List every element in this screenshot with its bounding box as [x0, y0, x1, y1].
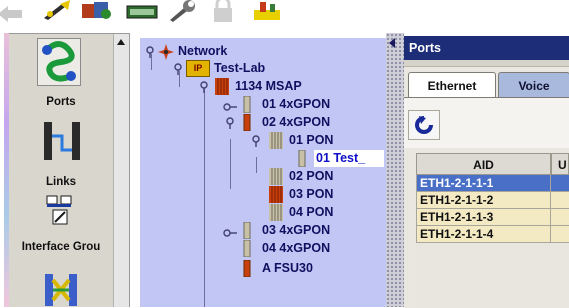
tree-node-01-4xgpon[interactable]: 01 4xGPON: [140, 95, 386, 116]
wrench-icon[interactable]: [164, 0, 200, 22]
sidebar-scrollbar[interactable]: [113, 34, 129, 307]
tree-node-label: A FSU30: [262, 261, 313, 275]
sidebar-item-ports[interactable]: Ports: [9, 34, 113, 114]
table-cell-aid: ETH1-2-1-1-2: [416, 192, 551, 209]
tree-node-network[interactable]: Network: [140, 43, 386, 60]
expanded-icon[interactable]: [173, 63, 183, 78]
collapse-left-icon[interactable]: [388, 38, 396, 48]
tree-node-04-4xgpon[interactable]: 04 4xGPON: [140, 239, 386, 260]
tree-node-02-pon[interactable]: 02 PON: [140, 168, 386, 185]
tree-node-a-fsu30[interactable]: A FSU30: [140, 259, 386, 280]
tree-node-label: 03 4xGPON: [262, 223, 331, 237]
tree-frame: [133, 33, 140, 307]
cross-connect-icon: [45, 274, 77, 306]
ont-icon: [298, 149, 306, 170]
sidebar-item-label: Interface Grou: [21, 241, 101, 253]
table-cell-u: [551, 226, 569, 243]
tree-node-04-pon[interactable]: 04 PON: [140, 204, 386, 221]
card-slot-icon: [243, 221, 251, 242]
column-header-aid[interactable]: AID: [416, 153, 551, 175]
toolbar: [0, 0, 569, 28]
tree-node-02-4xgpon[interactable]: 02 4xGPON: [140, 113, 386, 134]
expanded-icon[interactable]: [199, 81, 209, 96]
column-header-u[interactable]: U: [551, 153, 569, 175]
ip-site-icon: IP: [186, 60, 210, 77]
tree-node-label: 02 4xGPON: [262, 115, 331, 129]
panel-title: Ports: [404, 36, 569, 60]
rack-icon[interactable]: [248, 0, 284, 22]
wand-icon[interactable]: [40, 0, 76, 22]
tree-node-test-lab[interactable]: IP Test-Lab: [140, 60, 386, 77]
sidebar-item-label: Ports: [46, 96, 76, 108]
table-cell-aid: ETH1-2-1-1-3: [416, 209, 551, 226]
pane-splitter[interactable]: [386, 33, 404, 307]
pon-port-icon: [268, 132, 284, 152]
collapsed-icon[interactable]: [223, 100, 237, 114]
tab-voice[interactable]: Voice: [498, 72, 569, 98]
sidebar-item-links[interactable]: Links: [9, 116, 113, 188]
card-slot-icon: [243, 259, 251, 280]
tree-node-label: Test-Lab: [214, 61, 266, 75]
tree-node-label: 01 4xGPON: [262, 97, 331, 111]
table-cell-aid: ETH1-2-1-1-4: [416, 226, 551, 243]
expanded-icon[interactable]: [145, 46, 155, 58]
card-slot-icon: [243, 95, 251, 116]
table-row[interactable]: ETH1-2-1-1-3: [416, 209, 569, 226]
scroll-up-icon[interactable]: [116, 38, 126, 46]
tree-node-label: 02 PON: [289, 169, 334, 183]
expanded-icon[interactable]: [225, 117, 235, 132]
pon-port-icon: [268, 204, 284, 224]
tab-ethernet[interactable]: Ethernet: [408, 72, 496, 98]
ports-icon: [42, 41, 76, 82]
table-row[interactable]: ETH1-2-1-1-1: [416, 175, 569, 192]
table-cell-u: [551, 175, 569, 192]
tree-node-03-pon[interactable]: 03 PON: [140, 186, 386, 203]
sidebar-item-interface-group[interactable]: Interface Grou: [9, 190, 113, 256]
collapsed-icon[interactable]: [223, 226, 237, 240]
pon-port-icon: [268, 168, 284, 188]
tree-node-01-pon[interactable]: 01 PON: [140, 132, 386, 149]
table-cell-u: [551, 209, 569, 226]
table-row[interactable]: ETH1-2-1-1-4: [416, 226, 569, 243]
tree-node-03-4xgpon[interactable]: 03 4xGPON: [140, 221, 386, 242]
tree-node-01-test[interactable]: 01 Test_: [140, 149, 386, 170]
back-arrow-icon[interactable]: [0, 0, 30, 22]
mixed-tools-icon[interactable]: [80, 0, 116, 22]
tree-node-1134-msap[interactable]: 1134 MSAP: [140, 78, 386, 95]
pon-port-icon: [268, 186, 284, 206]
tree-node-label: 1134 MSAP: [235, 79, 302, 93]
card-slot-icon: [243, 239, 251, 260]
expanded-icon[interactable]: [251, 135, 261, 150]
sidebar: Ports Links Interface Grou: [9, 34, 113, 307]
sidebar-item-label: Links: [45, 176, 77, 188]
tree-node-label: 01 Test_: [314, 150, 384, 167]
network-tree: Network IP Test-Lab 1134 MSAP 01 4xGPON …: [140, 38, 386, 307]
tree-node-label: Network: [178, 44, 228, 58]
refresh-button[interactable]: [408, 110, 440, 140]
tree-node-label: 04 PON: [289, 205, 334, 219]
table-cell-aid: ETH1-2-1-1-1: [416, 175, 551, 192]
links-icon: [44, 122, 80, 160]
interface-group-icon: [46, 195, 72, 225]
card-slot-icon: [243, 113, 251, 134]
refresh-icon: [415, 116, 433, 134]
lock-icon[interactable]: [204, 0, 240, 22]
tree-node-label: 01 PON: [289, 133, 334, 147]
table-row[interactable]: ETH1-2-1-1-2: [416, 192, 569, 209]
sidebar-item-cross-connect[interactable]: [9, 266, 113, 307]
table-cell-u: [551, 192, 569, 209]
chassis-icon: [214, 78, 230, 98]
tree-node-label: 04 4xGPON: [262, 241, 331, 255]
card-icon[interactable]: [124, 0, 160, 22]
tree-node-label: 03 PON: [289, 187, 334, 201]
